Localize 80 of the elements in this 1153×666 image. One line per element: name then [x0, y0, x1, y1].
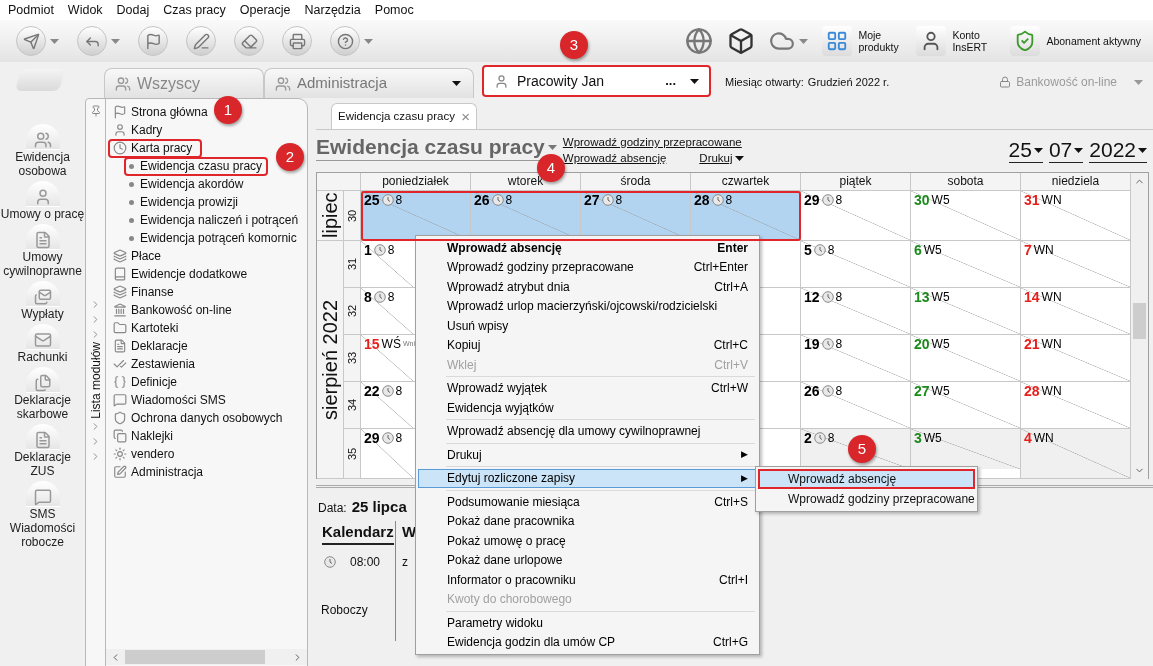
day-hours: W5	[923, 430, 942, 446]
day-number: 5	[804, 242, 812, 258]
day-hours: 8	[395, 192, 403, 208]
day-hours: W5	[931, 192, 950, 208]
column-header: Kalendarz	[322, 520, 394, 545]
day-number: 2	[804, 430, 812, 446]
day-hours: 8	[835, 192, 843, 208]
day-hours: 8	[835, 383, 843, 399]
day-hours: 8	[505, 192, 513, 208]
day-number: 25	[364, 192, 380, 208]
day-number: 15	[364, 336, 380, 352]
column-text: z	[402, 554, 409, 571]
day-hours: W5	[931, 383, 950, 399]
day-type: Roboczy	[321, 602, 369, 619]
day-hours: 8	[835, 336, 843, 352]
day-hours: W5	[931, 289, 950, 305]
day-hours: WN	[1033, 242, 1054, 258]
date-label: Data:	[318, 500, 347, 517]
day-number: 28	[694, 192, 710, 208]
week-number: 35	[344, 429, 361, 479]
week-number: 31	[344, 241, 361, 288]
day-hours: 8	[835, 289, 843, 305]
day-hours: 8	[615, 192, 623, 208]
day-hours: WN	[1041, 289, 1062, 305]
week-number: 34	[344, 382, 361, 429]
day-hours: WN	[1041, 192, 1062, 208]
day-number: 22	[364, 383, 380, 399]
day-number: 26	[474, 192, 490, 208]
open-month-label: Miesiąc otwarty:	[725, 74, 804, 90]
weekday-header: sobota	[911, 173, 1021, 191]
month-label: sierpień 2022	[317, 241, 344, 479]
day-number: 31	[1024, 192, 1040, 208]
day-number: 27	[914, 383, 930, 399]
day-number: 12	[804, 289, 820, 305]
week-number: 32	[344, 288, 361, 335]
panel-label: Lista modułów	[87, 342, 104, 419]
day-number: 29	[804, 192, 820, 208]
day-number: 3	[914, 430, 922, 446]
day-hours: 8	[395, 383, 403, 399]
week-number: 30	[344, 191, 361, 241]
open-month-value: Grudzień 2022 r.	[807, 74, 890, 90]
week-number: 33	[344, 335, 361, 382]
day-hours: 8	[827, 430, 835, 446]
day-number: 14	[1024, 289, 1040, 305]
day-number: 4	[1024, 430, 1032, 446]
weekday-header: poniedziałek	[361, 173, 471, 191]
submenu-arrow: ▶	[741, 448, 748, 461]
start-time: 08:00	[350, 554, 381, 571]
day-number: 20	[914, 336, 930, 352]
day-hours: 8	[387, 289, 395, 305]
weekday-header: środa	[581, 173, 691, 191]
day-hours: 8	[387, 242, 395, 258]
day-number: 29	[364, 430, 380, 446]
day-number: 21	[1024, 336, 1040, 352]
column-header: W	[402, 521, 417, 542]
day-hours: W5	[923, 242, 942, 258]
date-value: 25 lipca	[351, 497, 407, 517]
day-hours: W5	[931, 336, 950, 352]
day-hours: WN	[1033, 430, 1054, 446]
day-number: 26	[804, 383, 820, 399]
day-hours: 8	[725, 192, 733, 208]
day-hours: WŚ	[381, 336, 401, 352]
day-number: 7	[1024, 242, 1032, 258]
weekday-header: niedziela	[1021, 173, 1131, 191]
day-number: 1	[364, 242, 372, 258]
day-number: 27	[584, 192, 600, 208]
weekday-header: piątek	[801, 173, 911, 191]
day-hours: 8	[395, 430, 403, 446]
weekday-header: czwartek	[691, 173, 801, 191]
day-hours: WN	[1041, 336, 1062, 352]
day-number: 19	[804, 336, 820, 352]
day-number: 13	[914, 289, 930, 305]
day-number: 8	[364, 289, 372, 305]
submenu-arrow: ▶	[741, 471, 748, 485]
day-hours: 8	[827, 242, 835, 258]
month-label: lipiec	[317, 191, 344, 241]
day-number: 6	[914, 242, 922, 258]
day-number: 28	[1024, 383, 1040, 399]
day-number: 30	[914, 192, 930, 208]
day-hours: WN	[1041, 383, 1062, 399]
